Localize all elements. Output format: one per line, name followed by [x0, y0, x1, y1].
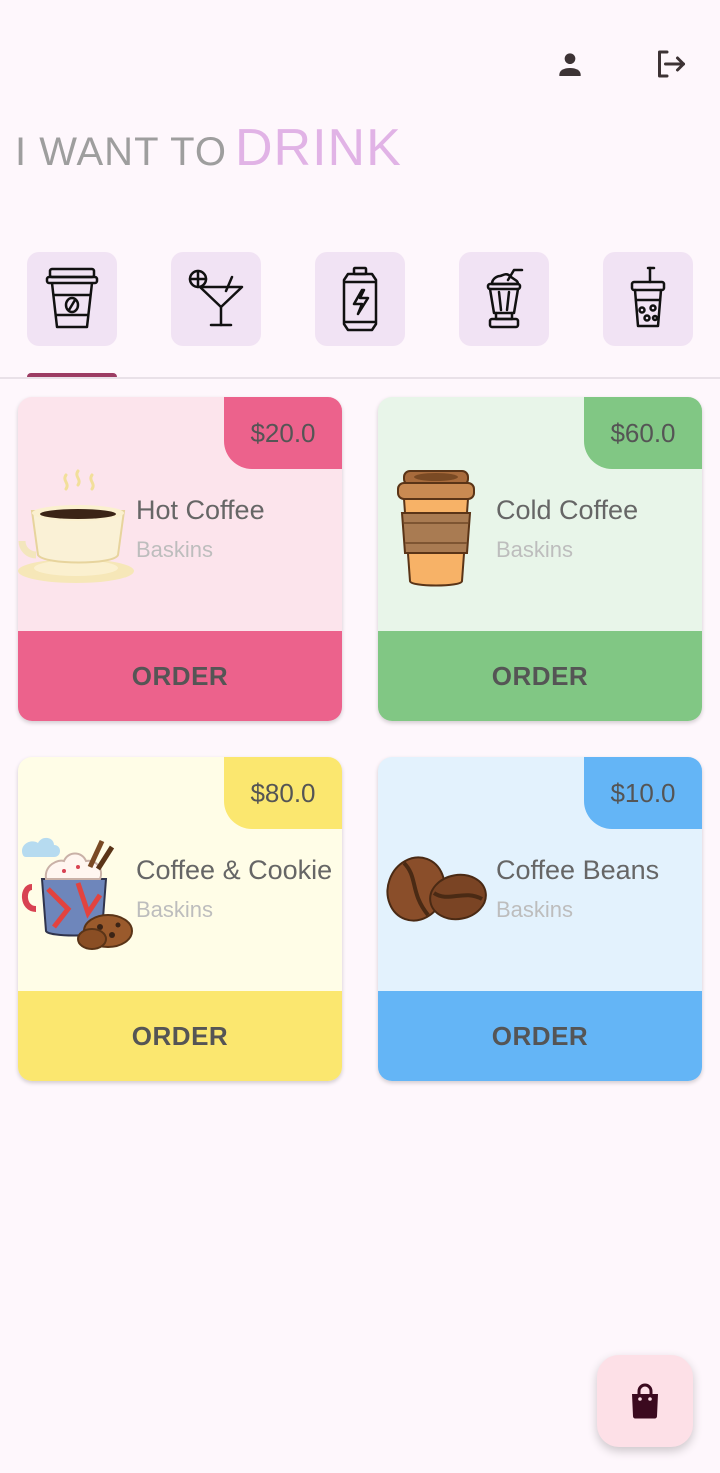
product-card[interactable]: $80.0 Coffee & Cookie Baskins ORDER [18, 757, 342, 1081]
product-name: Coffee Beans [496, 855, 660, 885]
order-button[interactable]: ORDER [378, 991, 702, 1081]
product-brand: Baskins [136, 897, 214, 922]
divider [0, 377, 720, 379]
product-brand: Baskins [496, 897, 574, 922]
person-icon [559, 53, 581, 76]
product-card[interactable]: $60.0 Cold Coffee Baskins ORDER [378, 397, 702, 721]
product-brand: Baskins [136, 537, 214, 562]
title-prefix: I WANT TO [15, 130, 227, 174]
tab-coffee[interactable] [27, 252, 117, 346]
shopping-bag-icon [632, 1383, 658, 1419]
bubble-tea-icon [630, 266, 666, 328]
takeaway-coffee-image [378, 467, 496, 591]
cart-button[interactable] [597, 1355, 693, 1447]
logout-icon [658, 50, 685, 78]
title-highlight: DRINK [235, 119, 402, 177]
milkshake-icon [486, 268, 524, 329]
product-card[interactable]: $20.0 Hot Coffee Baskins ORDER [18, 397, 342, 721]
energy-drink-icon [342, 266, 378, 332]
cocktail-icon [188, 269, 244, 327]
hot-coffee-image [18, 467, 136, 591]
tab-milkshake[interactable] [459, 252, 549, 346]
coffee-cookie-image [18, 827, 136, 951]
price-tag: $10.0 [584, 757, 702, 829]
product-card[interactable]: $10.0 Coffee Beans Baskins ORDER [378, 757, 702, 1081]
profile-button[interactable] [550, 44, 590, 84]
price-tag: $80.0 [224, 757, 342, 829]
price-tag: $60.0 [584, 397, 702, 469]
tab-bubble-tea[interactable] [603, 252, 693, 346]
tab-cocktail[interactable] [171, 252, 261, 346]
order-button[interactable]: ORDER [378, 631, 702, 721]
price-tag: $20.0 [224, 397, 342, 469]
logout-button[interactable] [650, 44, 690, 84]
tab-energy-drink[interactable] [315, 252, 405, 346]
product-name: Cold Coffee [496, 495, 639, 525]
product-name: Coffee & Cookie [136, 855, 333, 885]
order-button[interactable]: ORDER [18, 631, 342, 721]
page-title: I WANT TO DRINK [15, 118, 402, 178]
order-button[interactable]: ORDER [18, 991, 342, 1081]
product-brand: Baskins [496, 537, 574, 562]
coffee-beans-image [378, 827, 496, 951]
coffee-cup-icon [45, 267, 99, 329]
product-name: Hot Coffee [136, 495, 265, 525]
category-tabs [0, 252, 720, 378]
